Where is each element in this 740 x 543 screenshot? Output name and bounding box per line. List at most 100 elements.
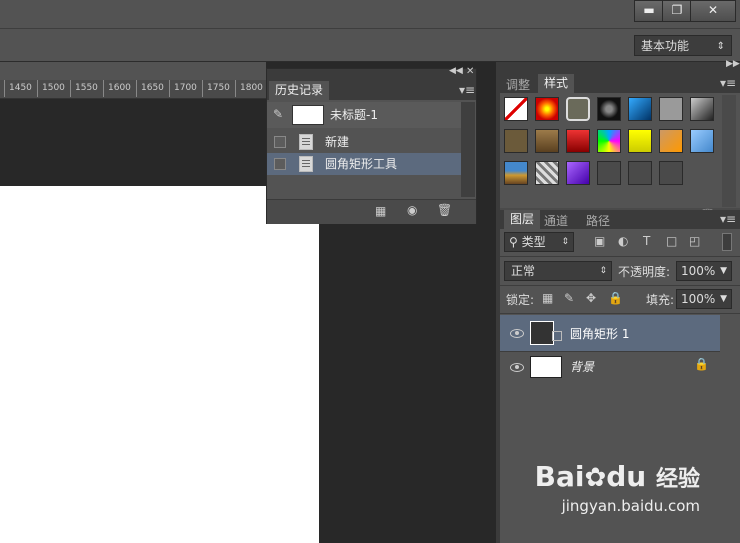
- horizontal-ruler[interactable]: 1450 1500 1550 1600 1650 1700 1750 1800: [0, 80, 300, 99]
- camera-icon[interactable]: ◉: [407, 203, 417, 217]
- panel-menu-icon[interactable]: ▾≡: [459, 83, 475, 97]
- style-swatch[interactable]: [659, 129, 683, 153]
- style-swatch[interactable]: [535, 161, 559, 185]
- style-swatch[interactable]: [566, 161, 590, 185]
- style-swatch[interactable]: [597, 97, 621, 121]
- ruler-tick-label: 1750: [207, 83, 230, 93]
- close-button[interactable]: ✕: [690, 0, 736, 22]
- ruler-tick-line: [136, 80, 137, 97]
- layer-name: 背景: [570, 360, 595, 374]
- chevron-down-icon: ▼: [720, 294, 727, 304]
- baidu-watermark: Bai✿du 经验 jingyan.baidu.com: [534, 460, 700, 516]
- filter-adjustment-icon[interactable]: ◐: [618, 234, 628, 248]
- style-swatch[interactable]: [566, 97, 590, 121]
- tab-adjustments[interactable]: 调整: [506, 76, 530, 93]
- filter-toggle[interactable]: [722, 233, 732, 251]
- style-swatch[interactable]: [628, 97, 652, 121]
- style-swatch[interactable]: [659, 97, 683, 121]
- title-bar: ▬ ❐ ✕: [0, 0, 740, 28]
- filter-shape-icon[interactable]: □: [666, 234, 677, 248]
- history-source-checkbox[interactable]: [274, 158, 286, 170]
- watermark-brand2: du: [606, 460, 647, 493]
- watermark-brand: Bai: [534, 460, 585, 493]
- style-swatch[interactable]: [504, 97, 528, 121]
- filter-pixel-icon[interactable]: ▣: [594, 234, 605, 248]
- style-swatch[interactable]: [628, 161, 652, 185]
- ruler-tick-label: 1600: [108, 83, 131, 93]
- lock-all-icon[interactable]: 🔒: [608, 291, 623, 305]
- style-swatch[interactable]: [504, 161, 528, 185]
- style-swatch[interactable]: [504, 129, 528, 153]
- blend-mode-select[interactable]: 正常 ⇕: [504, 261, 612, 281]
- filter-type-icon[interactable]: T: [643, 234, 650, 248]
- fill-value: 100%: [681, 292, 716, 306]
- layer-thumbnail: [530, 321, 554, 345]
- ruler-tick-label: 1650: [141, 83, 164, 93]
- ruler-tick-label: 1450: [9, 83, 32, 93]
- styles-scrollbar[interactable]: [722, 95, 736, 207]
- layer-row[interactable]: 背景 🔒: [500, 351, 720, 382]
- collapse-icon[interactable]: ◀◀: [449, 66, 463, 76]
- fill-field[interactable]: 100% ▼: [676, 289, 732, 309]
- tab-layers[interactable]: 图层: [504, 210, 541, 229]
- lock-icon: 🔒: [694, 357, 709, 371]
- paw-icon: ✿: [584, 463, 607, 493]
- minimize-button[interactable]: ▬: [634, 0, 664, 22]
- tab-styles[interactable]: 样式: [538, 74, 575, 93]
- panel-menu-icon[interactable]: ▾≡: [720, 76, 736, 90]
- restore-button[interactable]: ❐: [662, 0, 692, 22]
- ruler-tick-label: 1500: [42, 83, 65, 93]
- style-swatch[interactable]: [690, 97, 714, 121]
- ruler-tick-line: [4, 80, 5, 97]
- history-snapshot[interactable]: ✎ 未标题-1: [267, 102, 461, 128]
- watermark-url: jingyan.baidu.com: [561, 497, 700, 515]
- trash-icon[interactable]: 🗑: [437, 203, 452, 217]
- tab-paths[interactable]: 路径: [586, 212, 610, 229]
- style-swatch[interactable]: [690, 129, 714, 153]
- style-swatch[interactable]: [597, 129, 621, 153]
- opacity-label: 不透明度:: [618, 265, 671, 279]
- watermark-suffix: 经验: [655, 467, 700, 492]
- expand-icon[interactable]: ▶▶: [726, 59, 740, 69]
- layer-row[interactable]: 圆角矩形 1: [500, 315, 720, 351]
- document-canvas[interactable]: [0, 186, 319, 543]
- history-footer: ▦ ◉ 🗑: [267, 199, 476, 224]
- style-swatch[interactable]: [628, 129, 652, 153]
- lock-transparent-icon[interactable]: ▦: [542, 291, 553, 305]
- new-document-from-state-icon[interactable]: ▦: [375, 204, 386, 218]
- layer-name: 圆角矩形 1: [570, 327, 630, 341]
- style-swatch[interactable]: [566, 129, 590, 153]
- history-brush-icon: ✎: [273, 107, 284, 121]
- opacity-field[interactable]: 100% ▼: [676, 261, 732, 281]
- chevron-updown-icon: ⇕: [561, 237, 569, 247]
- ruler-tick-line: [70, 80, 71, 97]
- ruler-tick-line: [235, 80, 236, 97]
- history-item-label: 新建: [325, 135, 350, 149]
- blend-mode-value: 正常: [511, 264, 536, 278]
- eye-icon[interactable]: [510, 329, 524, 338]
- chevron-updown-icon: ⇕: [599, 266, 607, 276]
- panel-menu-icon[interactable]: ▾≡: [720, 212, 736, 226]
- history-scrollbar[interactable]: [461, 102, 475, 197]
- close-icon[interactable]: ✕: [466, 66, 474, 77]
- ruler-tick-label: 1800: [240, 83, 263, 93]
- style-swatch[interactable]: [535, 129, 559, 153]
- style-swatch[interactable]: [597, 161, 621, 185]
- lock-brush-icon[interactable]: ✎: [564, 291, 574, 305]
- style-swatch[interactable]: [535, 97, 559, 121]
- filter-smartobject-icon[interactable]: ◰: [689, 234, 700, 248]
- history-panel-topbar: ◀◀ ✕: [267, 66, 476, 81]
- workspace-switcher[interactable]: 基本功能 ⇕: [634, 35, 732, 56]
- history-item[interactable]: 圆角矩形工具: [267, 153, 461, 175]
- document-tab-strip: [0, 62, 266, 80]
- tab-channels[interactable]: 通道: [544, 212, 568, 229]
- layer-filter-select[interactable]: ⚲ 类型 ⇕: [504, 232, 574, 252]
- history-item[interactable]: 新建: [267, 131, 461, 153]
- lock-move-icon[interactable]: ✥: [586, 291, 596, 305]
- chevron-down-icon: ▼: [720, 266, 727, 276]
- eye-icon[interactable]: [510, 363, 524, 372]
- tab-history[interactable]: 历史记录: [269, 81, 330, 100]
- style-swatch[interactable]: [659, 161, 683, 185]
- history-source-checkbox[interactable]: [274, 136, 286, 148]
- ruler-tick-line: [169, 80, 170, 97]
